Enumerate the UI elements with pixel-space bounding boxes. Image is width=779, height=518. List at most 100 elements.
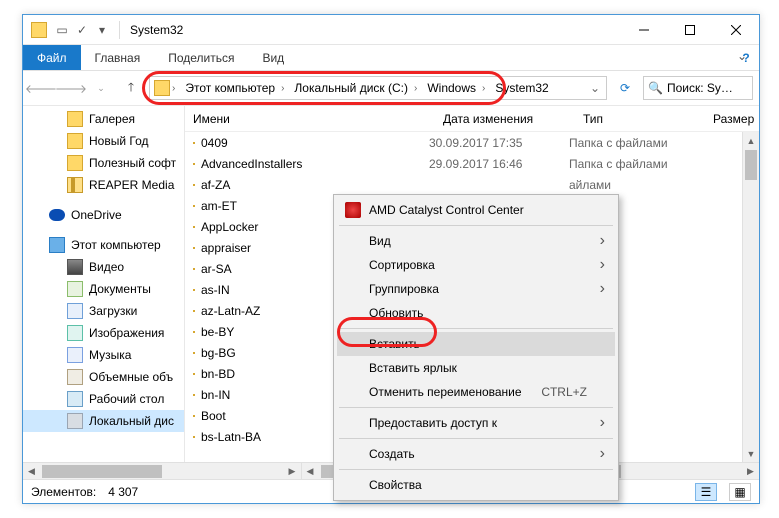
table-row[interactable]: AdvancedInstallers29.09.2017 16:46Папка … (185, 153, 759, 174)
menu-item-label: Свойства (369, 478, 422, 492)
folder-icon (193, 289, 195, 291)
menu-item[interactable]: Вид › (337, 229, 615, 253)
menu-item[interactable]: Создать› (337, 442, 615, 466)
tree-item[interactable]: OneDrive (23, 204, 184, 226)
scroll-left-icon[interactable]: ◀ (23, 466, 40, 477)
tab-file[interactable]: Файл (23, 45, 81, 70)
chevron-right-icon[interactable]: › (480, 83, 487, 94)
menu-item[interactable]: Сортировка› (337, 253, 615, 277)
search-input[interactable]: 🔍 Поиск: Sy… (643, 76, 753, 100)
nav-back[interactable]: 🡐 (29, 76, 53, 100)
tab-view[interactable]: Вид (248, 45, 298, 70)
address-row: 🡐 🡒 ⌄ 🡑 › Этот компьютер › Локальный дис… (23, 71, 759, 105)
scroll-right-icon[interactable]: ▶ (284, 466, 301, 477)
maximize-button[interactable] (667, 15, 713, 45)
folder-icon (67, 111, 83, 127)
tree-item[interactable]: Локальный дис (23, 410, 184, 432)
tree-item-label: Рабочий стол (89, 392, 164, 406)
tree-item[interactable]: Загрузки (23, 300, 184, 322)
qat-properties[interactable]: ▭ (53, 21, 71, 39)
tree-item[interactable]: Рабочий стол (23, 388, 184, 410)
tree-item-label: Видео (89, 260, 124, 274)
disk-icon (67, 413, 83, 429)
col-type[interactable]: Тип (575, 112, 705, 126)
menu-item[interactable]: Предоставить доступ к› (337, 411, 615, 435)
folder-icon (193, 163, 195, 165)
address-bar[interactable]: › Этот компьютер › Локальный диск (C:) ›… (149, 76, 607, 100)
search-icon: 🔍 (648, 81, 663, 95)
scroll-up-icon[interactable]: ▲ (743, 132, 759, 149)
qat-dropdown[interactable]: ▾ (93, 21, 111, 39)
breadcrumb-seg[interactable]: Windows (419, 77, 480, 99)
file-type: Папка с файлами (569, 157, 699, 171)
folder-icon (193, 226, 195, 228)
scroll-down-icon[interactable]: ▼ (743, 445, 759, 462)
breadcrumb-seg[interactable]: System32 (487, 77, 552, 99)
menu-item[interactable]: Свойства (337, 473, 615, 497)
ribbon-expand-icon[interactable]: ⌄ (737, 49, 753, 65)
tab-share[interactable]: Поделиться (154, 45, 248, 70)
tree-item-label: Новый Год (89, 134, 148, 148)
breadcrumb-seg[interactable]: Этот компьютер (177, 77, 279, 99)
nav-recent[interactable]: ⌄ (89, 76, 113, 100)
tree-item[interactable]: Полезный софт (23, 152, 184, 174)
tree-item[interactable]: Музыка (23, 344, 184, 366)
menu-item[interactable]: Вставить (337, 332, 615, 356)
menu-item[interactable]: Обновить (337, 301, 615, 325)
menu-item-label: Вид (369, 234, 391, 248)
menu-item-label: Вставить (369, 337, 420, 351)
folder-icon (193, 436, 195, 438)
menu-item[interactable]: Отменить переименованиеCTRL+Z (337, 380, 615, 404)
view-icons-button[interactable]: ▦ (729, 483, 751, 501)
scroll-thumb[interactable] (745, 150, 757, 180)
qat-new-folder[interactable]: ✓ (73, 21, 91, 39)
tree-item-label: Музыка (89, 348, 131, 362)
folder-icon (193, 184, 195, 186)
tree-item[interactable]: Изображения (23, 322, 184, 344)
menu-item[interactable]: Группировка› (337, 277, 615, 301)
tree-item[interactable]: Видео (23, 256, 184, 278)
chevron-right-icon[interactable]: › (412, 83, 419, 94)
close-button[interactable] (713, 15, 759, 45)
scroll-thumb[interactable] (42, 465, 162, 478)
tree-item[interactable]: Новый Год (23, 130, 184, 152)
vertical-scrollbar[interactable]: ▲ ▼ (742, 132, 759, 462)
folder-icon (154, 80, 170, 96)
tree-item[interactable]: Галерея (23, 108, 184, 130)
menu-item-label: Вставить ярлык (369, 361, 457, 375)
tree-item[interactable]: Документы (23, 278, 184, 300)
folder-icon (193, 331, 195, 333)
folder-icon (193, 352, 195, 354)
scroll-left-icon[interactable]: ◀ (302, 466, 319, 477)
col-name[interactable]: Имени (185, 112, 435, 126)
view-details-button[interactable]: ☰ (695, 483, 717, 501)
tree-item[interactable]: REAPER Media (23, 174, 184, 196)
menu-item-label: AMD Catalyst Control Center (369, 203, 524, 217)
file-name: af-ZA (201, 178, 429, 192)
app-icon (345, 202, 361, 218)
nav-tree[interactable]: Галерея Новый Год Полезный софтREAPER Medi… (23, 106, 185, 462)
col-size[interactable]: Размер (705, 112, 765, 126)
tree-item[interactable]: Этот компьютер (23, 234, 184, 256)
minimize-button[interactable] (621, 15, 667, 45)
folder-icon (193, 247, 195, 249)
menu-item[interactable]: AMD Catalyst Control Center (337, 198, 615, 222)
chevron-right-icon[interactable]: › (279, 83, 286, 94)
file-name: AdvancedInstallers (201, 157, 429, 171)
tree-item[interactable]: Объемные объ (23, 366, 184, 388)
address-dropdown[interactable]: ⌄ (584, 81, 606, 95)
chevron-right-icon: › (600, 233, 605, 249)
breadcrumb-seg[interactable]: Локальный диск (C:) (286, 77, 412, 99)
table-row[interactable]: af-ZAайлами (185, 174, 759, 195)
pc-icon (49, 237, 65, 253)
tab-home[interactable]: Главная (81, 45, 155, 70)
scroll-right-icon[interactable]: ▶ (742, 466, 759, 477)
status-count: 4 307 (108, 485, 138, 499)
nav-up[interactable]: 🡑 (119, 76, 143, 100)
col-date[interactable]: Дата изменения (435, 112, 575, 126)
tree-item-label: Галерея (89, 112, 135, 126)
tree-item-label: Загрузки (89, 304, 137, 318)
refresh-button[interactable]: ⟳ (613, 76, 637, 100)
table-row[interactable]: 040930.09.2017 17:35Папка с файлами (185, 132, 759, 153)
chevron-right-icon[interactable]: › (170, 83, 177, 94)
